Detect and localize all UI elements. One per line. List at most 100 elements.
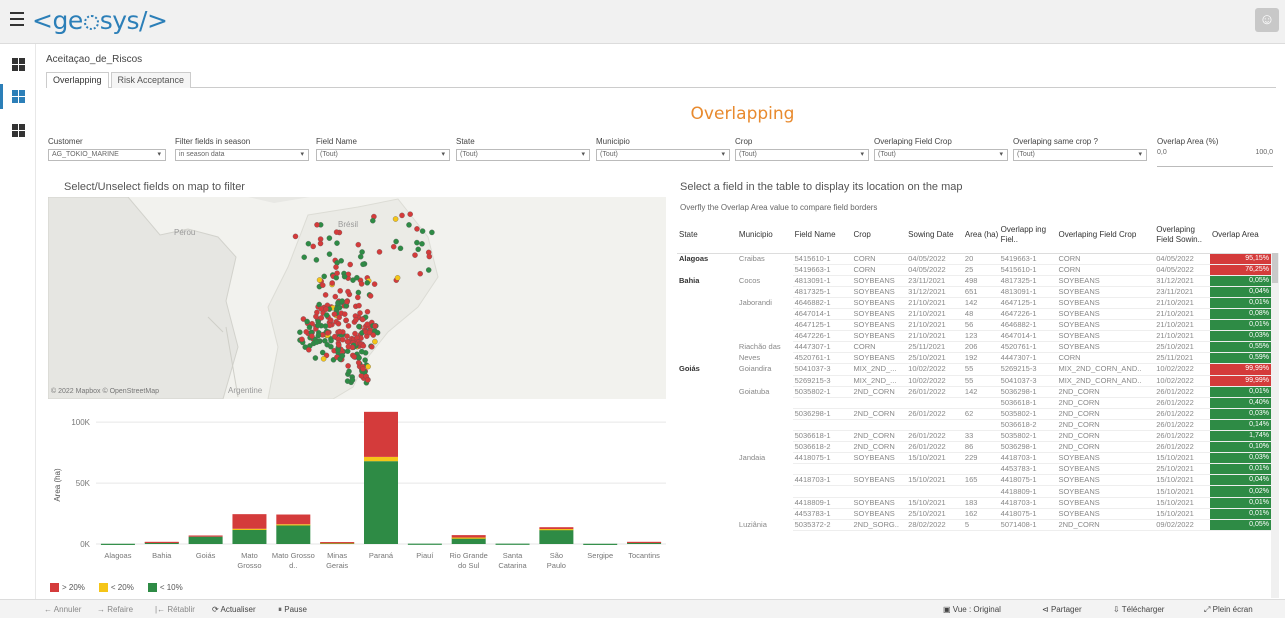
field-marker[interactable] [356,323,362,330]
field-marker[interactable] [345,343,352,350]
table-row[interactable]: Alagoas Craibas 5415610-1 CORN 04/05/2022 20 5… [677,253,1271,265]
field-marker[interactable] [414,239,420,246]
table-cell[interactable]: 0,03% [1209,452,1271,465]
table-cell[interactable]: 0,03% [1209,330,1271,343]
table-row[interactable]: Riachão das 4447307-1 CORN 25/11/2021 206 452… [677,341,1271,354]
field-marker[interactable] [327,317,334,323]
field-marker[interactable] [304,318,310,325]
table-cell[interactable]: 0,01% [1209,497,1271,509]
table-scrollbar[interactable] [1271,253,1279,598]
field-marker[interactable] [355,359,362,366]
field-marker[interactable] [356,302,362,309]
table-cell[interactable]: 0,01% [1209,463,1271,476]
field-marker[interactable] [315,322,321,329]
table-cell[interactable]: 0,01% [1209,508,1271,520]
area-bar-chart[interactable]: Area (ha) 0K 50K 100K Alagoas Bahia Goiás Mat… [48,405,668,580]
field-marker[interactable] [347,261,353,268]
field-marker[interactable] [412,252,418,258]
table-cell[interactable]: 0,10% [1209,441,1271,454]
table-row[interactable]: Bahia Cocos 4813091-1 SOYBEANS 23/11/2021 498… [677,275,1271,287]
column-header[interactable]: Field Name [792,217,852,254]
filter-field-name[interactable]: Field Name (Tout) ▾ [316,137,450,161]
field-marker[interactable] [329,280,335,286]
field-marker[interactable] [367,293,374,299]
download-button[interactable]: ⇩ Télécharger [1113,605,1164,614]
field-marker[interactable] [322,292,329,298]
overlap-range-slider[interactable] [1157,166,1273,167]
field-marker[interactable] [344,298,350,305]
table-row[interactable]: 5036618-2 2ND_CORN 26/01/2022 86 5036298-1 2N… [677,441,1271,454]
share-button[interactable]: ⊲ Partager [1042,605,1082,614]
field-marker[interactable] [364,308,371,315]
table-cell[interactable]: 0,59% [1209,352,1271,365]
table-row[interactable]: 4453783-1 SOYBEANS 25/10/2021 0,01% [677,463,1271,476]
field-marker[interactable] [360,366,366,372]
field-marker[interactable] [321,273,327,280]
field-marker[interactable] [306,347,312,353]
table-cell[interactable]: 1,74% [1209,430,1271,443]
field-marker[interactable] [305,240,312,247]
field-marker[interactable] [336,304,343,311]
dashboard-icon[interactable] [12,124,25,137]
filter-crop[interactable]: Crop (Tout) ▾ [735,137,869,161]
bar-segment[interactable] [539,529,574,531]
table-cell[interactable]: 99,99% [1209,375,1271,387]
field-marker[interactable] [335,320,342,327]
field-marker[interactable] [336,328,343,335]
field-marker[interactable] [341,273,348,280]
field-marker[interactable] [425,267,432,273]
table-row[interactable]: 4817325-1 SOYBEANS 31/12/2021 651 4813091-1 S… [677,286,1271,298]
field-marker[interactable] [315,332,322,339]
field-marker[interactable] [360,343,367,349]
table-cell[interactable]: 76,25% [1209,264,1271,276]
field-marker[interactable] [357,253,364,260]
field-marker[interactable] [313,257,320,263]
table-cell[interactable]: 0,02% [1209,485,1271,498]
field-marker[interactable] [323,312,330,318]
table-row[interactable]: 4418809-1 SOYBEANS 15/10/2021 0,02% [677,485,1271,498]
field-marker[interactable] [342,311,348,317]
field-marker[interactable] [390,243,397,250]
field-marker[interactable] [344,338,351,345]
field-marker[interactable] [365,363,371,370]
field-marker[interactable] [359,249,365,255]
field-marker[interactable] [365,377,371,383]
bar-segment[interactable] [364,411,398,457]
field-marker[interactable] [334,240,340,246]
bar-segment[interactable] [320,542,355,544]
field-marker[interactable] [357,310,363,316]
tab-overlapping[interactable]: Overlapping [46,72,109,88]
refresh-button[interactable]: ⟳ Actualiser [212,605,256,614]
field-marker[interactable] [370,217,376,224]
field-marker[interactable] [356,355,362,361]
field-marker[interactable] [374,329,381,336]
table-row[interactable]: 4453783-1 SOYBEANS 25/10/2021 162 4418075-1 S… [677,508,1271,520]
legend-item[interactable]: > 20% [50,583,85,592]
field-marker[interactable] [312,355,319,361]
undo-button[interactable]: ← Annuler [44,605,81,614]
bar-segment[interactable] [188,535,223,537]
bar-segment[interactable] [100,543,135,545]
table-row[interactable]: Jaborandi 4646882-1 SOYBEANS 21/10/2021 142 4… [677,297,1271,309]
table-cell[interactable]: 0,01% [1209,386,1271,398]
fullscreen-button[interactable]: ⤢ Plein écran [1204,605,1253,615]
field-marker[interactable] [314,309,320,316]
tab-risk-acceptance[interactable]: Risk Acceptance [110,72,192,88]
field-marker[interactable] [320,282,326,288]
field-marker[interactable] [297,329,303,335]
field-marker[interactable] [339,353,346,359]
bar-segment[interactable] [276,514,311,525]
filter-state[interactable]: State (Tout) ▾ [456,137,590,161]
field-marker[interactable] [394,275,401,281]
field-marker[interactable] [429,229,435,236]
field-marker[interactable] [371,281,378,287]
table-row[interactable]: 4647226-1 SOYBEANS 21/10/2021 123 4647014-1 S… [677,330,1271,343]
bar-segment[interactable] [232,528,267,530]
bar-segment[interactable] [276,524,311,544]
field-marker[interactable] [331,311,338,317]
redo-button[interactable]: → Refaire [97,605,133,614]
field-marker[interactable] [353,317,359,323]
field-marker[interactable] [309,333,315,339]
field-marker[interactable] [419,241,425,247]
table-row[interactable]: 4418703-1 SOYBEANS 15/10/2021 165 4418075-1 S… [677,474,1271,487]
